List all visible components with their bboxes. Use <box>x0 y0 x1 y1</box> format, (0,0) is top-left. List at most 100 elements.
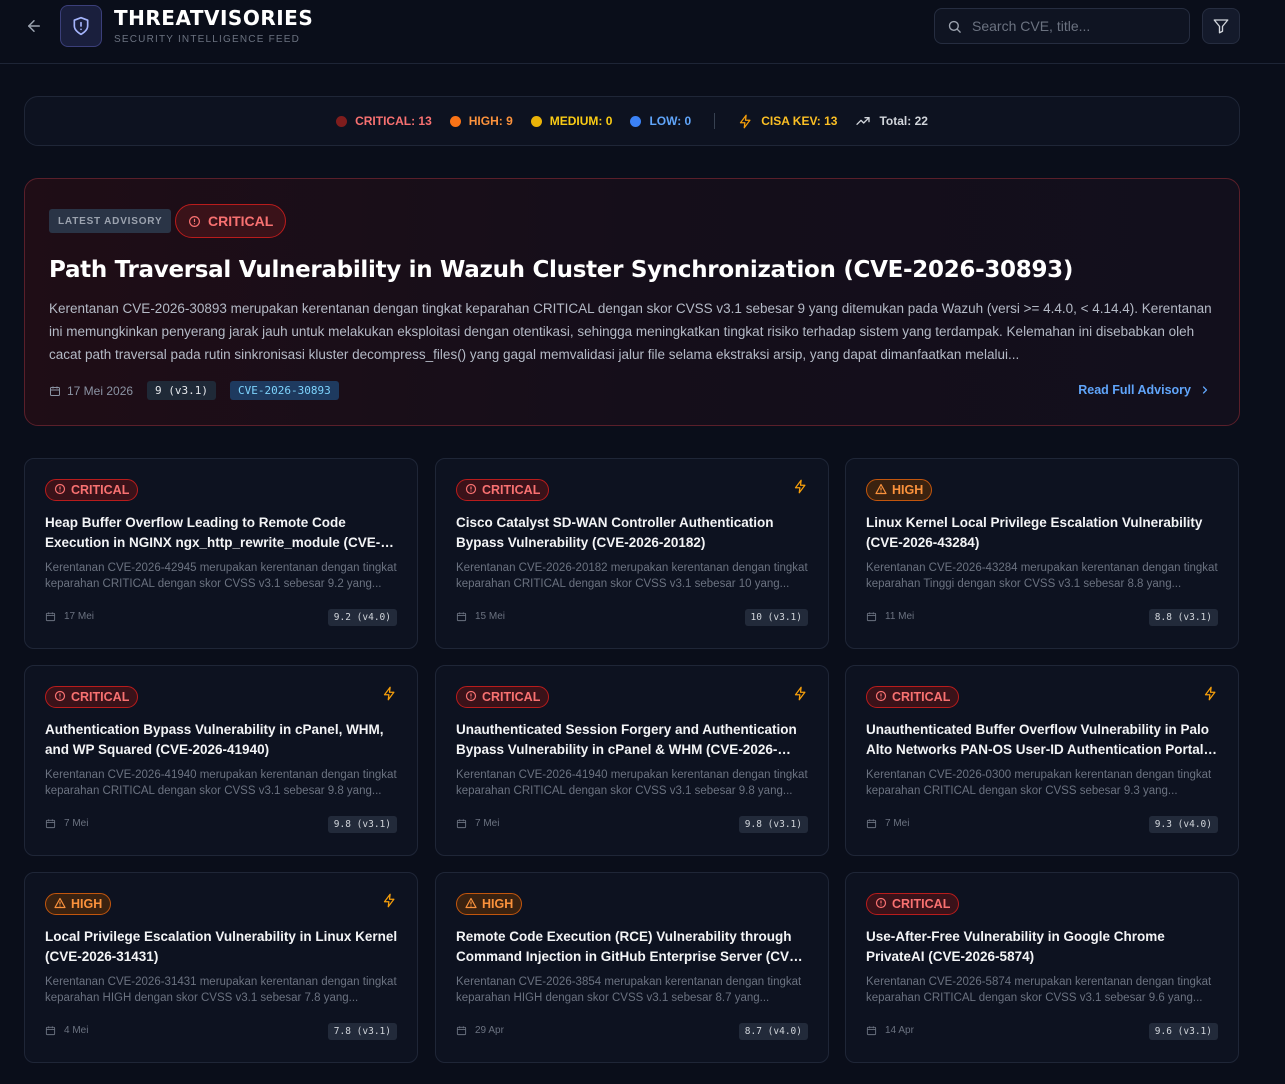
severity-badge: CRITICAL <box>456 686 550 708</box>
severity-badge: CRITICAL <box>866 893 960 915</box>
read-full-advisory-link[interactable]: Read Full Advisory <box>1078 383 1211 397</box>
advisory-meta: 17 Mei 2026 9 (v3.1) CVE-2026-30893 <box>49 381 339 400</box>
severity-label: CRITICAL <box>71 483 130 497</box>
critical-dot <box>336 115 348 127</box>
advisory-card[interactable]: CRITICAL Unauthenticated Session Forgery… <box>435 665 829 856</box>
advisory-date-text: 29 Apr <box>475 1025 504 1036</box>
advisory-description: Kerentanan CVE-2026-43284 merupakan kere… <box>866 562 1218 590</box>
severity-badge: CRITICAL <box>45 479 139 501</box>
cvss-score-chip: 10 (v3.1) <box>744 609 808 626</box>
advisory-date: 15 Mei <box>456 611 505 622</box>
severity-label: CRITICAL <box>482 483 541 497</box>
advisory-title[interactable]: Unauthenticated Buffer Overflow Vulnerab… <box>866 720 1220 760</box>
low-dot <box>630 115 642 127</box>
alert-circle-icon <box>875 897 887 908</box>
advisory-title[interactable]: Unauthenticated Session Forgery and Auth… <box>456 720 810 760</box>
advisory-date: 17 Mei 2026 <box>49 384 133 398</box>
alert-triangle-icon <box>875 483 887 494</box>
cvss-score-chip: 7.8 (v3.1) <box>327 1023 397 1040</box>
search-input[interactable] <box>972 18 1172 34</box>
stat-total: Total: 22 <box>855 113 928 129</box>
advisory-card[interactable]: HIGH Linux Kernel Local Privilege Escala… <box>845 458 1239 649</box>
stats-divider <box>714 113 716 129</box>
cisa-kev-icon <box>382 893 397 913</box>
cisa-kev-icon <box>382 686 397 706</box>
cvss-score-chip: 9.2 (v4.0) <box>327 609 397 626</box>
stat-critical[interactable]: CRITICAL: 13 <box>336 114 432 128</box>
stat-high[interactable]: HIGH: 9 <box>449 114 513 128</box>
advisory-card[interactable]: HIGH Remote Code Execution (RCE) Vulnera… <box>435 872 829 1063</box>
advisory-date: 7 Mei <box>456 818 499 829</box>
alert-circle-icon <box>54 690 66 701</box>
advisory-date: 7 Mei <box>866 818 909 829</box>
advisory-card[interactable]: CRITICAL Use-After-Free Vulnerability in… <box>845 872 1239 1063</box>
advisory-card[interactable]: CRITICAL Authentication Bypass Vulnerabi… <box>24 665 418 856</box>
back-button[interactable] <box>22 14 46 38</box>
arrow-left-icon <box>28 20 40 32</box>
stat-low[interactable]: LOW: 0 <box>630 114 691 128</box>
advisory-date-text: 7 Mei <box>64 818 89 829</box>
advisory-date-text: 17 Mei <box>64 611 95 622</box>
filter-icon <box>1213 19 1229 34</box>
stat-medium-label: MEDIUM: 0 <box>549 114 613 128</box>
advisory-description: Kerentanan CVE-2026-5874 merupakan keren… <box>866 976 1212 1004</box>
latest-advisory-tag: LATEST ADVISORY <box>49 209 172 233</box>
calendar-icon <box>866 612 877 622</box>
top-header: THREATVISORIES SECURITY INTELLIGENCE FEE… <box>0 0 1285 64</box>
shield-alert-icon <box>73 16 89 36</box>
severity-badge: HIGH <box>456 893 523 915</box>
cvss-score-chip: 8.8 (v3.1) <box>1148 609 1218 626</box>
advisory-title[interactable]: Local Privilege Escalation Vulnerability… <box>45 927 399 967</box>
advisory-title[interactable]: Heap Buffer Overflow Leading to Remote C… <box>45 513 399 553</box>
advisory-card[interactable]: CRITICAL Cisco Catalyst SD-WAN Controlle… <box>435 458 829 649</box>
search-box[interactable] <box>934 8 1190 44</box>
high-dot <box>449 115 461 127</box>
cvss-score-chip: 9.3 (v4.0) <box>1148 816 1218 833</box>
brand-title: THREATVISORIES <box>114 6 314 30</box>
lightning-icon <box>740 114 751 128</box>
advisory-description: Kerentanan CVE-2026-42945 merupakan kere… <box>45 562 397 590</box>
advisory-description: Kerentanan CVE-2026-0300 merupakan keren… <box>866 769 1212 797</box>
severity-label: HIGH <box>892 483 924 497</box>
advisory-description: Kerentanan CVE-2026-31431 merupakan kere… <box>45 976 397 1004</box>
advisory-title[interactable]: Authentication Bypass Vulnerability in c… <box>45 720 399 760</box>
calendar-icon <box>866 819 877 829</box>
alert-circle-icon <box>54 483 66 494</box>
advisory-title[interactable]: Use-After-Free Vulnerability in Google C… <box>866 927 1220 967</box>
cvss-score-chip: 9.8 (v3.1) <box>327 816 397 833</box>
stat-low-label: LOW: 0 <box>649 114 692 128</box>
severity-badge: CRITICAL <box>456 479 550 501</box>
cve-id-chip[interactable]: CVE-2026-30893 <box>230 381 339 400</box>
advisory-description: Kerentanan CVE-2026-3854 merupakan keren… <box>456 976 802 1004</box>
advisory-date-text: 15 Mei <box>475 611 506 622</box>
advisory-date-text: 17 Mei 2026 <box>67 383 134 398</box>
stat-medium[interactable]: MEDIUM: 0 <box>530 114 613 128</box>
cvss-score-chip: 9.6 (v3.1) <box>1148 1023 1218 1040</box>
filter-button[interactable] <box>1202 8 1240 44</box>
stat-total-label: Total: 22 <box>879 114 928 128</box>
advisory-title[interactable]: Cisco Catalyst SD-WAN Controller Authent… <box>456 513 810 553</box>
advisory-card[interactable]: CRITICAL Heap Buffer Overflow Leading to… <box>24 458 418 649</box>
advisory-title[interactable]: Remote Code Execution (RCE) Vulnerabilit… <box>456 927 810 967</box>
cisa-kev-icon <box>793 479 808 499</box>
severity-badge: CRITICAL <box>175 204 287 238</box>
severity-label: CRITICAL <box>71 690 130 704</box>
read-more-label: Read Full Advisory <box>1078 383 1191 397</box>
stat-cisa-kev[interactable]: CISA KEV: 13 <box>738 114 837 129</box>
severity-label: HIGH <box>482 897 514 911</box>
advisory-date: 11 Mei <box>866 611 914 622</box>
cvss-score-chip: 9.8 (v3.1) <box>738 816 808 833</box>
advisory-description: Kerentanan CVE-2026-41940 merupakan kere… <box>45 769 397 797</box>
advisory-title[interactable]: Path Traversal Vulnerability in Wazuh Cl… <box>49 257 1219 283</box>
latest-advisory-card[interactable]: LATEST ADVISORY CRITICAL Path Traversal … <box>24 178 1240 426</box>
logo <box>60 5 102 47</box>
advisory-date-text: 7 Mei <box>475 818 500 829</box>
severity-stats-bar: CRITICAL: 13 HIGH: 9 MEDIUM: 0 LOW: 0 CI… <box>24 96 1240 146</box>
severity-label: CRITICAL <box>892 897 951 911</box>
advisory-title[interactable]: Linux Kernel Local Privilege Escalation … <box>866 513 1220 553</box>
cisa-kev-icon <box>1203 686 1218 706</box>
calendar-icon <box>456 612 467 622</box>
severity-label: HIGH <box>71 897 103 911</box>
advisory-card[interactable]: HIGH Local Privilege Escalation Vulnerab… <box>24 872 418 1063</box>
advisory-card[interactable]: CRITICAL Unauthenticated Buffer Overflow… <box>845 665 1239 856</box>
